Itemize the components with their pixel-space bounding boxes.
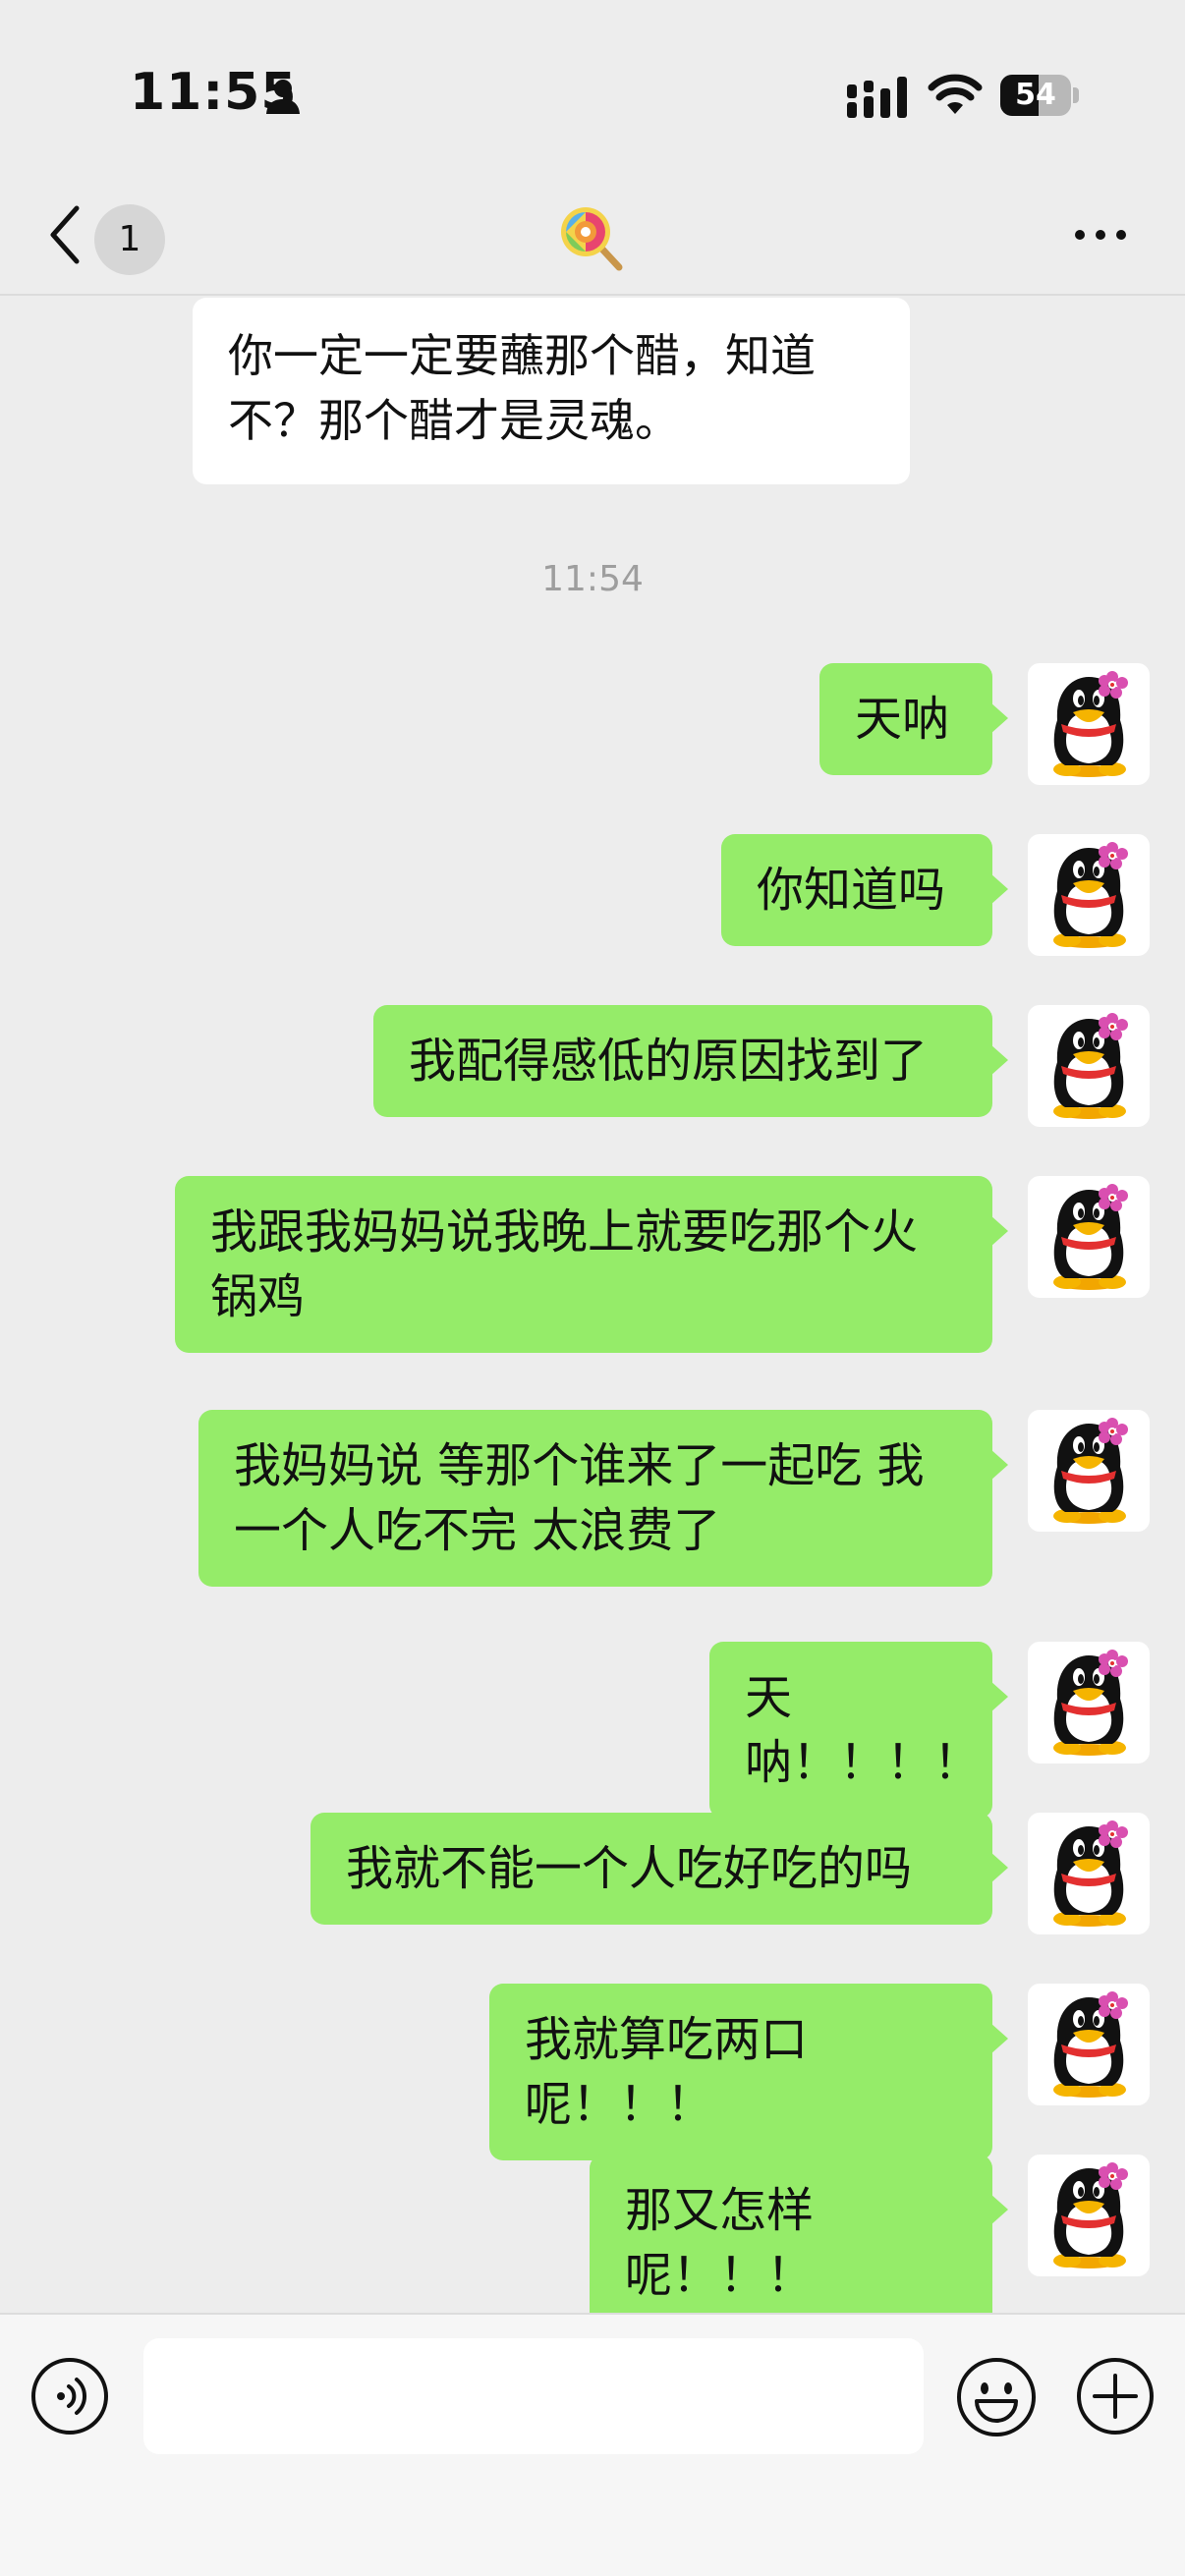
outgoing-message[interactable]: 你知道吗 (721, 834, 1008, 946)
outgoing-message[interactable]: 我配得感低的原因找到了 (373, 1005, 1008, 1117)
penguin-avatar-icon (1053, 1013, 1128, 1119)
avatar[interactable] (1028, 2155, 1150, 2276)
chat-area[interactable]: 你一定一定要蘸那个醋，知道不？那个醋才是灵魂。 11:54 天呐 你知道吗 我配… (0, 296, 1185, 2313)
battery-icon: 54 (1000, 75, 1079, 116)
outgoing-message[interactable]: 我就算吃两口呢！！！ (489, 1984, 1008, 2160)
nav-bar: 1 (0, 177, 1185, 295)
outgoing-message[interactable]: 我妈妈说 等那个谁来了一起吃 我一个人吃不完 太浪费了 (198, 1410, 1008, 1587)
penguin-avatar-icon (1053, 1820, 1128, 1927)
outgoing-message[interactable]: 那又怎样呢！！！ (590, 2155, 1008, 2313)
plus-icon[interactable] (1075, 2356, 1156, 2436)
wifi-icon (928, 74, 983, 114)
back-icon[interactable] (45, 202, 85, 267)
outgoing-message[interactable]: 天呐 (819, 663, 1008, 775)
avatar[interactable] (1028, 663, 1150, 785)
more-icon[interactable] (1071, 224, 1130, 244)
input-bar (0, 2313, 1185, 2576)
status-bar: 11:55 54 (0, 0, 1185, 177)
avatar[interactable] (1028, 1642, 1150, 1764)
avatar[interactable] (1028, 1005, 1150, 1127)
avatar[interactable] (1028, 1813, 1150, 1934)
avatar[interactable] (1028, 1410, 1150, 1532)
message-input[interactable] (143, 2338, 924, 2454)
message-timestamp: 11:54 (541, 559, 644, 599)
penguin-avatar-icon (1053, 1184, 1128, 1290)
avatar[interactable] (1028, 834, 1150, 956)
avatar[interactable] (1028, 1176, 1150, 1298)
voice-icon[interactable] (29, 2356, 110, 2436)
signal-icon (847, 77, 907, 118)
person-icon (266, 80, 300, 114)
emoji-icon[interactable] (955, 2356, 1038, 2438)
penguin-avatar-icon (1053, 1418, 1128, 1524)
avatar[interactable] (1028, 1984, 1150, 2105)
penguin-avatar-icon (1053, 2162, 1128, 2268)
incoming-message[interactable]: 你一定一定要蘸那个醋，知道不？那个醋才是灵魂。 (193, 298, 910, 484)
unread-badge[interactable]: 1 (94, 204, 165, 275)
outgoing-message[interactable]: 我就不能一个人吃好吃的吗 (310, 1813, 1008, 1925)
outgoing-message[interactable]: 我跟我妈妈说我晚上就要吃那个火锅鸡 (175, 1176, 1008, 1353)
outgoing-message[interactable]: 天呐！！！！ (709, 1642, 1008, 1819)
penguin-avatar-icon (1053, 1991, 1128, 2098)
battery-text: 54 (1015, 78, 1056, 112)
lollipop-icon[interactable] (556, 202, 625, 271)
penguin-avatar-icon (1053, 1650, 1128, 1756)
penguin-avatar-icon (1053, 671, 1128, 777)
penguin-avatar-icon (1053, 842, 1128, 948)
